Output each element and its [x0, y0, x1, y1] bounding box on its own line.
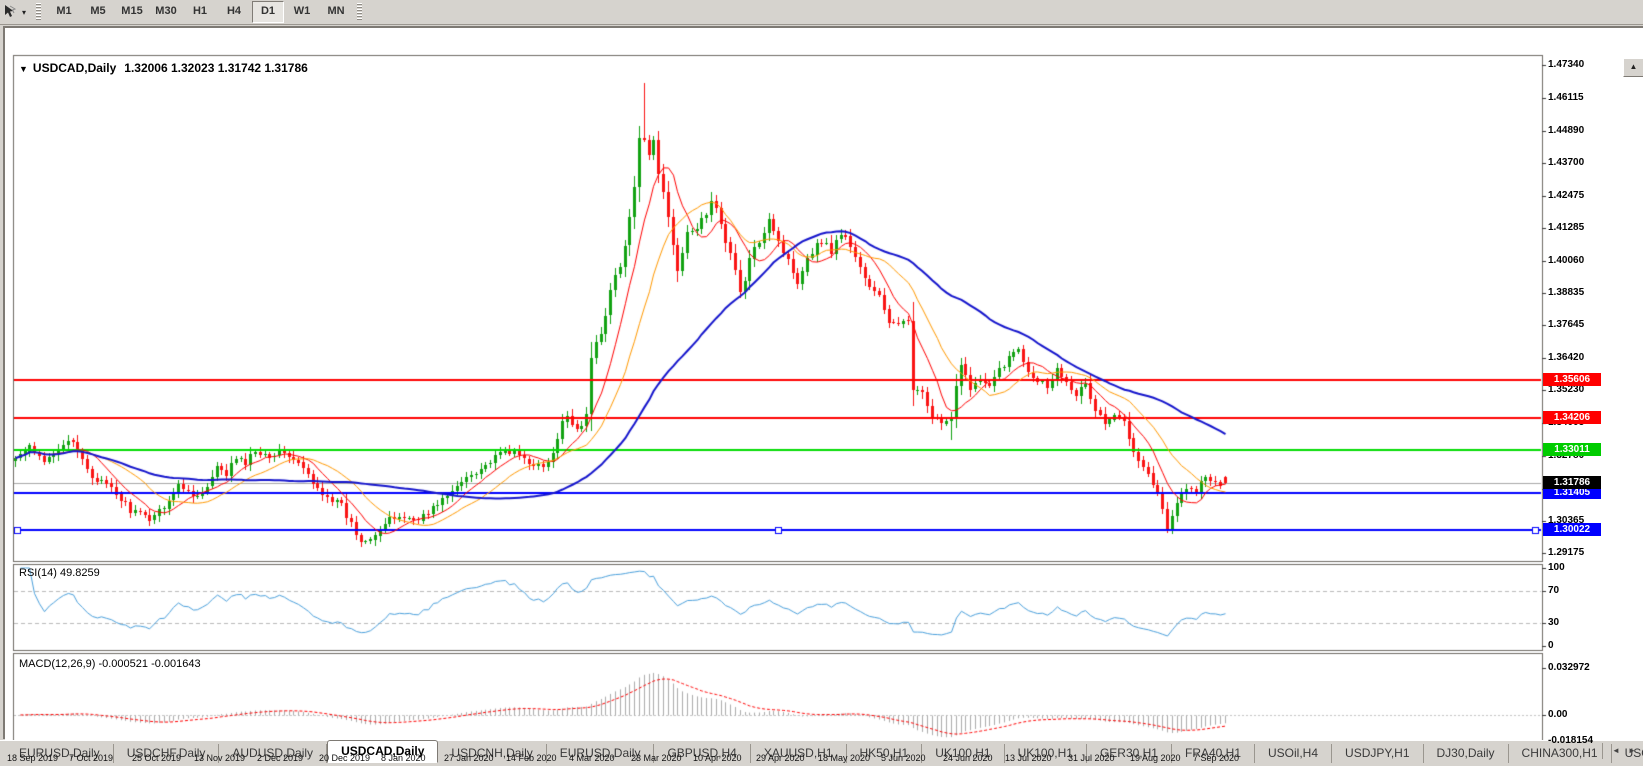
chart-tab-usoil-h4[interactable]: USOil,H4: [1255, 744, 1333, 763]
date-label: 2 Dec 2019: [257, 753, 304, 763]
date-label: 14 Feb 2020: [506, 753, 557, 763]
timeframe-button-m15[interactable]: M15: [116, 1, 148, 23]
price-badge: 1.30022: [1543, 523, 1601, 536]
chart-tab-usdjpy-h1[interactable]: USDJPY,H1: [1332, 744, 1424, 763]
timeframe-button-mn[interactable]: MN: [320, 1, 352, 23]
rsi-tick-label: 100: [1548, 562, 1565, 573]
timeframe-toolbar: ▾ M1 M5 M15 M30 H1 H4 D1 W1 MN: [0, 0, 1643, 25]
timeframe-button-w1[interactable]: W1: [286, 1, 318, 23]
price-tick-label: 1.37645: [1548, 319, 1585, 330]
date-label: 27 Jan 2020: [444, 753, 494, 763]
date-label: 25 Oct 2019: [132, 753, 182, 763]
bid-price-badge: 1.31786: [1543, 476, 1601, 489]
date-label: 7 Oct 2019: [69, 753, 114, 763]
date-label: 18 May 2020: [818, 753, 871, 763]
rsi-tick-label: 70: [1548, 585, 1560, 596]
date-label: 24 Jun 2020: [943, 753, 993, 763]
price-tick-label: 1.29175: [1548, 547, 1585, 558]
toolbar-grip-end[interactable]: [357, 3, 362, 21]
rsi-tick-label: 0: [1548, 640, 1554, 651]
date-label: 31 Jul 2020: [1068, 753, 1115, 763]
price-tick-label: 1.41285: [1548, 222, 1585, 233]
date-label: 13 Nov 2019: [194, 753, 246, 763]
price-tick-label: 1.44890: [1548, 125, 1585, 136]
timeframe-button-m1[interactable]: M1: [48, 1, 80, 23]
price-tick-label: 1.46115: [1548, 92, 1584, 103]
rsi-tick-label: 30: [1548, 617, 1560, 628]
up-arrow-icon: ▲: [1629, 62, 1638, 71]
toolbar-grip[interactable]: [36, 3, 41, 21]
mt4-application: ▾ M1 M5 M15 M30 H1 H4 D1 W1 MN ▼ USDCAD,Daily 1.32…: [0, 0, 1643, 766]
date-label: 19 Aug 2020: [1130, 753, 1181, 763]
chart-tab-china300-h1[interactable]: CHINA300,H1: [1509, 744, 1612, 763]
date-label: 5 Jun 2020: [881, 753, 926, 763]
date-label: 10 Apr 2020: [693, 753, 742, 763]
cursor-tool-caret-icon[interactable]: ▾: [22, 8, 32, 17]
date-label: 20 Dec 2019: [319, 753, 371, 763]
tab-scroller-divider: [1602, 743, 1603, 759]
date-label: 7 Sep 2020: [1193, 753, 1240, 763]
price-badge: 1.34206: [1543, 411, 1601, 424]
price-tick-label: 1.38835: [1548, 287, 1585, 298]
chart-tab-dj30-daily[interactable]: DJ30,Daily: [1424, 744, 1509, 763]
date-label: 4 Mar 2020: [569, 753, 615, 763]
chart-window: ▼ USDCAD,Daily 1.32006 1.32023 1.31742 1.3…: [3, 26, 1643, 766]
timeframe-button-h4[interactable]: H4: [218, 1, 250, 23]
price-tick-label: 1.42475: [1548, 190, 1585, 201]
price-chart-canvas[interactable]: [5, 28, 1643, 766]
chart-title-symbol: USDCAD,Daily: [32, 61, 117, 75]
price-tick-label: 1.40060: [1548, 255, 1585, 266]
chart-scroll-up-button[interactable]: ▲: [1623, 58, 1643, 77]
price-tick-label: 1.36420: [1548, 352, 1585, 363]
cursor-tool-icon[interactable]: [0, 3, 20, 21]
rsi-label: RSI(14) 49.8259: [19, 567, 100, 579]
chart-title-ohlc: 1.32006 1.32023 1.31742 1.31786: [124, 61, 308, 75]
price-tick-label: 1.43700: [1548, 157, 1585, 168]
date-label: 8 Jan 2020: [381, 753, 426, 763]
macd-tick-label: 0.00: [1548, 709, 1568, 720]
macd-label: MACD(12,26,9) -0.000521 -0.001643: [19, 658, 201, 670]
date-label: 29 Apr 2020: [756, 753, 805, 763]
timeframe-button-m30[interactable]: M30: [150, 1, 182, 23]
timeframe-buttons: M1 M5 M15 M30 H1 H4 D1 W1 MN: [47, 1, 353, 23]
price-badge: 1.33011: [1543, 443, 1601, 456]
date-label: 18 Sep 2019: [7, 753, 59, 763]
chart-title: ▼ USDCAD,Daily 1.32006 1.32023 1.31742 1.3…: [19, 61, 308, 75]
timeframe-button-h1[interactable]: H1: [184, 1, 216, 23]
tabs-scroll-left-icon[interactable]: ◄: [1609, 743, 1623, 759]
tabs-scroll-right-icon[interactable]: ►: [1625, 743, 1639, 759]
date-label: 13 Jul 2020: [1005, 753, 1052, 763]
tab-scrollers: ◄ ►: [1602, 743, 1639, 759]
timeframe-button-m5[interactable]: M5: [82, 1, 114, 23]
macd-tick-label: 0.032972: [1548, 662, 1590, 673]
price-badge: 1.35606: [1543, 373, 1601, 386]
price-tick-label: 1.47340: [1548, 59, 1585, 70]
chart-dropdown-caret-icon[interactable]: ▼: [19, 64, 28, 74]
timeframe-button-d1[interactable]: D1: [252, 1, 284, 23]
date-label: 23 Mar 2020: [631, 753, 682, 763]
